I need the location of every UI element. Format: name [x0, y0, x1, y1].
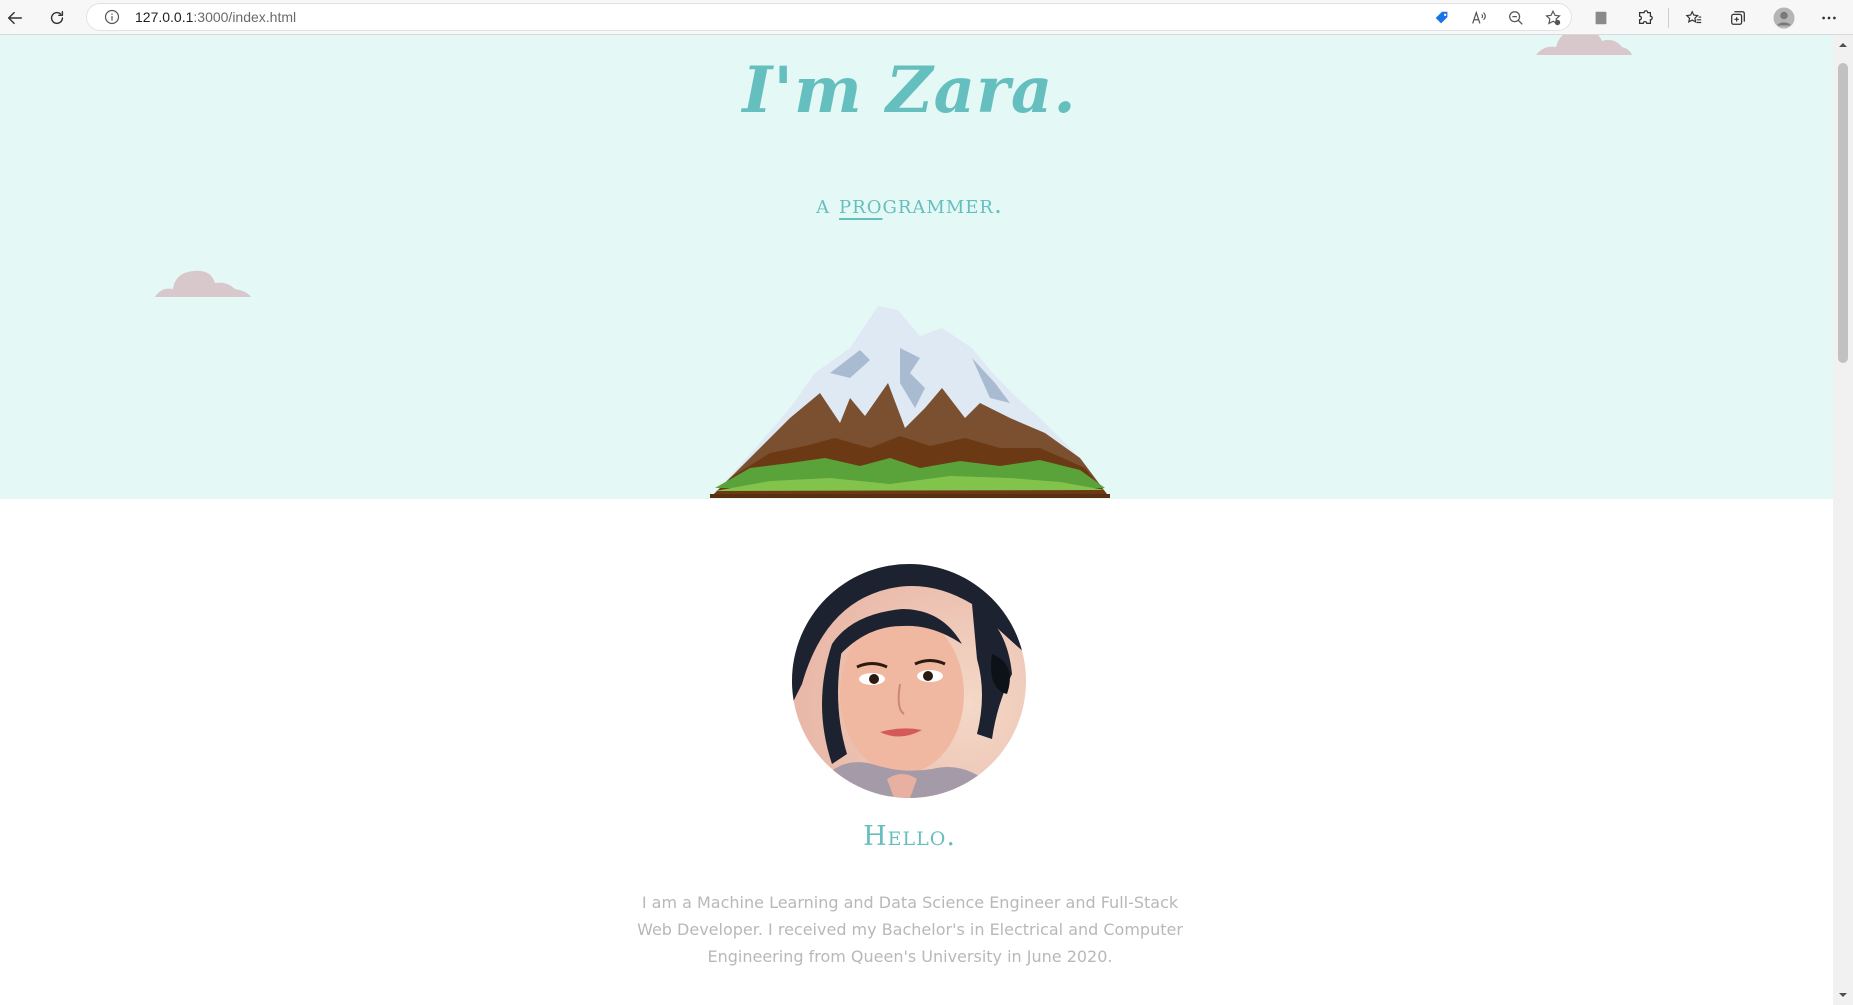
back-button[interactable] — [2, 5, 28, 31]
hero-section: I'm Zara. a programmer. — [0, 35, 1833, 499]
favorites-button[interactable] — [1681, 5, 1707, 31]
add-favorite-button[interactable] — [1542, 7, 1564, 29]
scroll-up-arrow-icon — [1839, 43, 1847, 47]
reading-view-button[interactable] — [1588, 5, 1614, 31]
read-aloud-icon — [1472, 10, 1486, 24]
profile-photo — [792, 564, 1026, 798]
read-aloud-button[interactable] — [1468, 7, 1490, 29]
scroll-up-button[interactable] — [1837, 39, 1849, 51]
subtitle-underlined: pro — [839, 190, 883, 219]
scroll-thumb[interactable] — [1838, 63, 1848, 363]
address-bar[interactable]: 127.0.0.1:3000/index.html — [86, 3, 1572, 31]
url-host: 127.0.0.1 — [135, 9, 194, 25]
cloud-image — [155, 270, 251, 297]
refresh-button[interactable] — [44, 5, 70, 31]
zoom-out-button[interactable] — [1505, 7, 1527, 29]
subtitle-prefix: a — [816, 190, 840, 219]
collections-icon — [1731, 11, 1745, 25]
page-title: I'm Zara. — [742, 53, 1077, 128]
toolbar-separator — [1668, 8, 1669, 28]
mountain-image — [710, 306, 1110, 498]
zoom-out-icon — [1509, 11, 1523, 25]
about-bio: I am a Machine Learning and Data Science… — [637, 893, 1183, 966]
url-path: :3000/index.html — [193, 9, 297, 25]
url-text[interactable]: 127.0.0.1:3000/index.html — [135, 9, 296, 25]
scroll-down-button[interactable] — [1837, 989, 1849, 1001]
shopping-tag-button[interactable] — [1431, 7, 1453, 29]
more-menu-button[interactable] — [1816, 5, 1842, 31]
extensions-button[interactable] — [1632, 5, 1658, 31]
subtitle-suffix: grammer. — [882, 190, 1003, 219]
more-menu-icon — [1822, 16, 1836, 20]
about-section: Hello. I am a Machine Learning and Data … — [0, 499, 1833, 1005]
back-arrow-icon — [7, 11, 23, 25]
collections-button[interactable] — [1725, 5, 1751, 31]
reading-view-icon — [1595, 11, 1607, 25]
favorites-icon — [1685, 10, 1702, 24]
page-viewport: I'm Zara. a programmer. Hello. I am a Ma… — [0, 35, 1833, 1005]
profile-icon — [1773, 7, 1795, 29]
page-scrollbar[interactable] — [1833, 35, 1853, 1005]
page-subtitle: a programmer. — [0, 190, 1819, 219]
add-favorite-icon — [1545, 9, 1561, 26]
info-icon[interactable] — [104, 9, 120, 25]
refresh-icon — [50, 10, 64, 25]
profile-button[interactable] — [1771, 5, 1797, 31]
extensions-icon — [1638, 10, 1653, 25]
about-heading: Hello. — [863, 821, 956, 852]
tag-icon — [1435, 11, 1448, 24]
scroll-down-arrow-icon — [1839, 993, 1847, 997]
browser-toolbar: 127.0.0.1:3000/index.html — [0, 0, 1853, 35]
